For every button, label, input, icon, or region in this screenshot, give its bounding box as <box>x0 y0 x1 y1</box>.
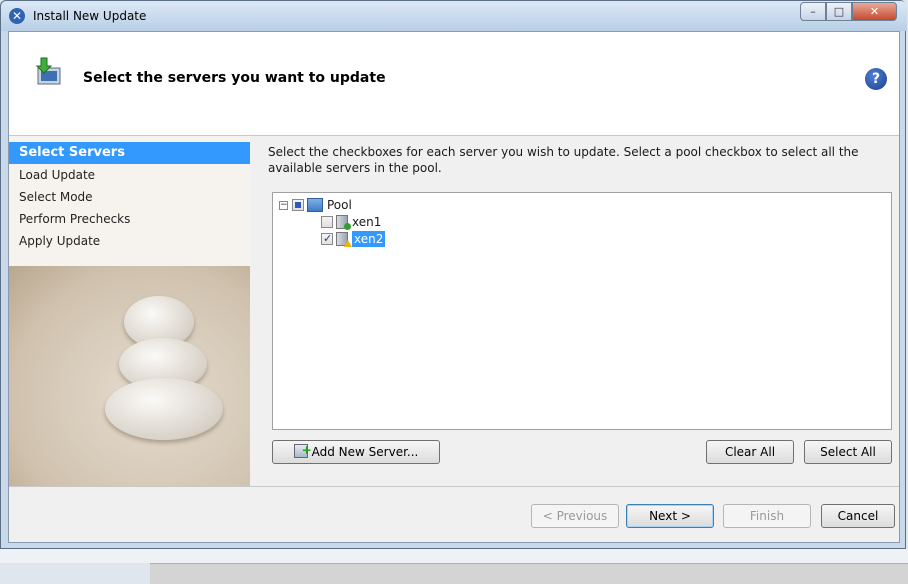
tree-node-xen1[interactable]: xen1 <box>321 214 381 230</box>
maximize-button[interactable]: □ <box>826 2 852 21</box>
window-title: Install New Update <box>33 9 147 23</box>
title-bar: ✕ Install New Update – □ ✕ <box>1 1 907 31</box>
add-new-server-button[interactable]: Add New Server... <box>272 439 440 464</box>
clear-all-button[interactable]: Clear All <box>706 440 794 464</box>
minimize-button[interactable]: – <box>800 2 826 21</box>
xen1-label: xen1 <box>352 215 382 229</box>
xen2-label: xen2 <box>352 231 386 247</box>
step-select-servers: Select Servers <box>9 142 250 164</box>
background-window <box>0 549 908 563</box>
page-title: Select the servers you want to update <box>83 70 386 86</box>
pool-icon <box>307 198 323 212</box>
help-icon[interactable]: ? <box>865 68 887 90</box>
collapse-icon[interactable]: − <box>279 200 288 210</box>
wizard-window: ✕ Install New Update – □ ✕ Select the se… <box>0 0 907 549</box>
install-update-icon <box>35 57 61 85</box>
add-new-server-label: Add New Server... <box>311 445 419 459</box>
step-select-mode: Select Mode <box>19 190 93 204</box>
previous-button[interactable]: < Previous <box>531 504 619 528</box>
wizard-client: Select the servers you want to update ? … <box>8 31 900 543</box>
step-perform-prechecks: Perform Prechecks <box>19 212 131 226</box>
pool-label: Pool <box>327 198 352 212</box>
wizard-steps: Select Servers Load Update Select Mode P… <box>9 136 250 486</box>
xen1-checkbox[interactable] <box>321 216 333 228</box>
step-load-update: Load Update <box>19 168 96 182</box>
pool-checkbox[interactable] <box>292 199 304 211</box>
window-controls: – □ ✕ <box>800 2 897 21</box>
finish-button[interactable]: Finish <box>723 504 811 528</box>
app-icon: ✕ <box>9 8 25 24</box>
close-button[interactable]: ✕ <box>852 2 897 21</box>
server-warning-icon <box>336 232 352 247</box>
xen2-checkbox[interactable] <box>321 231 333 247</box>
next-button[interactable]: Next > <box>626 504 714 528</box>
wizard-header: Select the servers you want to update ? <box>9 32 899 136</box>
tree-node-xen2[interactable]: xen2 <box>321 231 386 247</box>
step-apply-update: Apply Update <box>19 234 101 248</box>
cancel-button[interactable]: Cancel <box>821 504 895 528</box>
add-server-icon <box>293 439 312 461</box>
decorative-stones-image <box>9 266 250 486</box>
server-ok-icon <box>336 215 351 230</box>
tree-node-pool[interactable]: − Pool <box>279 197 352 213</box>
footer-divider <box>9 486 899 487</box>
server-tree[interactable]: − Pool xen1 xen2 <box>272 192 892 430</box>
instructions-text: Select the checkboxes for each server yo… <box>268 145 859 175</box>
wizard-content: Select the checkboxes for each server yo… <box>250 136 899 486</box>
select-all-button[interactable]: Select All <box>804 440 892 464</box>
background-panel <box>150 563 908 584</box>
